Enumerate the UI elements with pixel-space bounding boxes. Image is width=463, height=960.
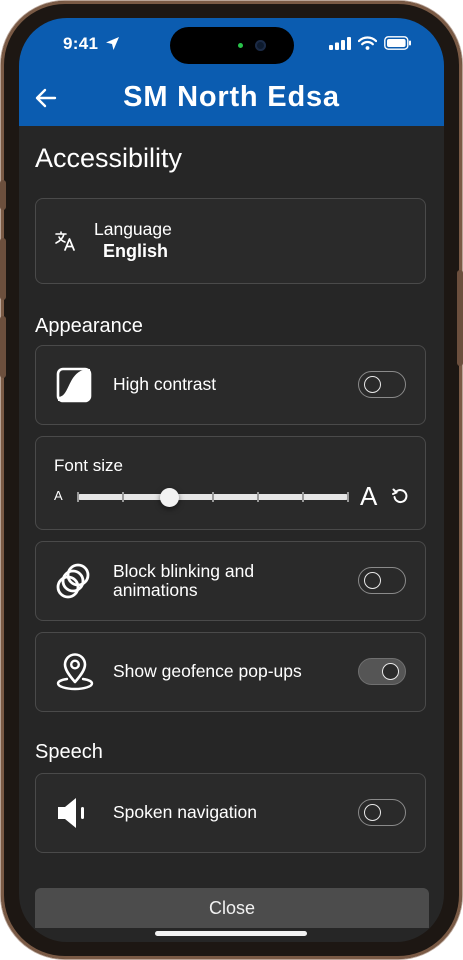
font-size-slider[interactable] bbox=[77, 485, 349, 509]
high-contrast-row: High contrast bbox=[35, 345, 426, 425]
slider-thumb[interactable] bbox=[160, 488, 179, 507]
language-label: Language bbox=[94, 219, 172, 239]
contrast-icon bbox=[56, 367, 92, 403]
slider-tick bbox=[257, 492, 259, 502]
battery-icon bbox=[384, 36, 411, 50]
home-indicator[interactable] bbox=[155, 931, 307, 936]
header-title: SM North Edsa bbox=[123, 81, 340, 113]
speech-heading: Speech bbox=[35, 741, 103, 763]
status-indicators bbox=[329, 36, 412, 50]
language-value: English bbox=[103, 241, 169, 261]
block-blinking-row: Block blinking and animations bbox=[35, 541, 426, 621]
camera-indicator bbox=[238, 43, 243, 48]
toggle-knob bbox=[364, 376, 381, 393]
spoken-navigation-row: Spoken navigation bbox=[35, 773, 426, 853]
spoken-navigation-toggle[interactable] bbox=[358, 799, 406, 826]
camera-icon bbox=[238, 40, 266, 51]
toggle-knob bbox=[364, 804, 381, 821]
rings-icon bbox=[56, 563, 90, 599]
toggle-knob bbox=[382, 663, 399, 680]
slider-tick bbox=[302, 492, 304, 502]
dynamic-island bbox=[170, 27, 294, 64]
block-blinking-toggle[interactable] bbox=[358, 567, 406, 594]
reset-icon[interactable] bbox=[392, 488, 409, 505]
slider-tick bbox=[77, 492, 79, 502]
app-screen: 9:41 SM North Edsa Accessibility Languag… bbox=[19, 18, 444, 942]
translate-icon bbox=[55, 231, 75, 251]
cellular-signal-icon bbox=[329, 36, 351, 50]
block-blinking-label-line2: animations bbox=[113, 580, 198, 600]
spoken-navigation-label: Spoken navigation bbox=[113, 802, 257, 822]
font-size-large-glyph: A bbox=[360, 481, 378, 511]
volume-down-button bbox=[0, 316, 6, 378]
volume-up-button bbox=[0, 238, 6, 300]
toggle-knob bbox=[364, 572, 381, 589]
geofence-row: Show geofence pop-ups bbox=[35, 632, 426, 712]
close-button[interactable]: Close bbox=[35, 888, 429, 928]
app-header: 9:41 SM North Edsa bbox=[19, 18, 444, 126]
high-contrast-label: High contrast bbox=[113, 374, 217, 394]
page-title: Accessibility bbox=[35, 143, 183, 173]
font-size-small-glyph: A bbox=[54, 488, 63, 503]
appearance-heading: Appearance bbox=[35, 315, 143, 337]
font-size-label: Font size bbox=[54, 456, 123, 475]
slider-tick bbox=[122, 492, 124, 502]
speaker-icon bbox=[58, 798, 84, 828]
slider-tick bbox=[347, 492, 349, 502]
location-arrow-icon bbox=[106, 37, 119, 50]
wifi-icon bbox=[358, 36, 377, 50]
geofence-toggle[interactable] bbox=[358, 658, 406, 685]
status-time: 9:41 bbox=[63, 34, 99, 53]
block-blinking-label-line1: Block blinking and bbox=[113, 561, 255, 581]
font-size-row: Font size A A bbox=[35, 436, 426, 530]
power-button bbox=[457, 270, 463, 366]
block-blinking-label: Block blinking and animations bbox=[113, 562, 254, 600]
mute-switch bbox=[0, 180, 6, 210]
location-pin-icon bbox=[56, 653, 94, 691]
slider-tick bbox=[212, 492, 214, 502]
language-selector[interactable]: Language English bbox=[35, 198, 426, 284]
high-contrast-toggle[interactable] bbox=[358, 371, 406, 398]
geofence-label: Show geofence pop-ups bbox=[113, 661, 302, 681]
